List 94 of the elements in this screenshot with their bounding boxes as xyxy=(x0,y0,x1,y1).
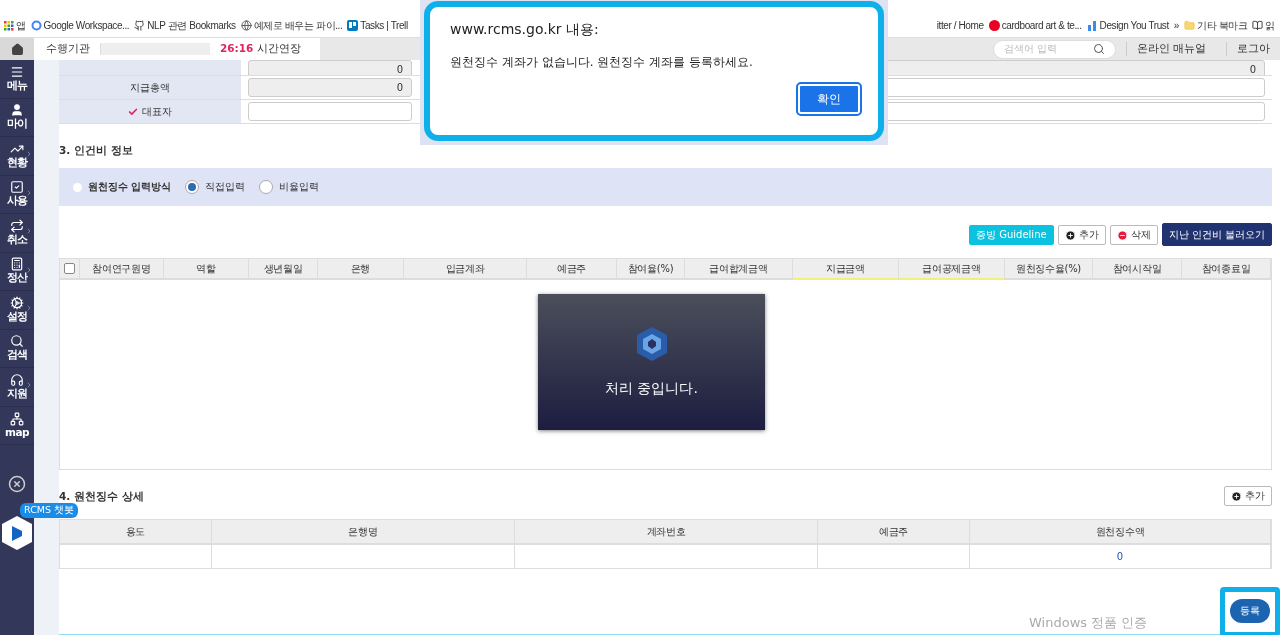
nav-link[interactable]: 로그아 xyxy=(1226,42,1280,56)
chatbot-badge: RCMS 챗봇 xyxy=(20,503,78,518)
session-extend-link[interactable]: 26:16 시간연장 xyxy=(220,42,301,56)
section-title: 4. 원천징수 상세 xyxy=(59,489,144,504)
section-title: 3. 인건비 정보 xyxy=(59,144,134,158)
radio-button[interactable] xyxy=(185,180,200,194)
nav-link[interactable]: 온라인 매뉴얼 xyxy=(1125,42,1216,56)
search-icon xyxy=(10,334,24,349)
amount-field[interactable]: 0 xyxy=(248,60,412,75)
chevron-icon xyxy=(25,150,33,158)
register-button[interactable]: 등록 xyxy=(1230,599,1270,623)
checkbox-icon xyxy=(10,180,24,195)
menu-icon xyxy=(10,64,24,79)
chevron-icon xyxy=(25,188,33,197)
column-header: 원천징수액 xyxy=(970,520,1271,545)
radio-button[interactable] xyxy=(259,180,274,194)
bookmark[interactable]: Google Workspace... xyxy=(30,20,130,31)
add-button[interactable]: 추가 xyxy=(1224,486,1272,506)
amount-field[interactable]: 0 xyxy=(248,78,412,97)
delete-button[interactable]: 삭제 xyxy=(1109,225,1158,245)
bars-icon xyxy=(1086,20,1098,31)
radio-label: 직접입력 xyxy=(205,180,246,194)
chevron-icon xyxy=(25,304,33,312)
ok-button[interactable]: 확인 xyxy=(798,84,860,114)
column-header: 계좌번호 xyxy=(515,520,818,545)
reading-list-icon xyxy=(1252,20,1264,31)
bookmark[interactable]: 앱 xyxy=(4,18,26,33)
bookmark[interactable]: 기타 북마크 xyxy=(1184,18,1248,33)
column-header: 용도 xyxy=(60,520,212,545)
column-header: 참여율(%) xyxy=(617,259,685,280)
bookmark[interactable]: 예제로 배우는 파이... xyxy=(240,18,343,33)
logo-icon xyxy=(634,326,669,362)
home-button[interactable] xyxy=(0,38,34,60)
amount-field[interactable] xyxy=(248,102,412,121)
bullet-icon xyxy=(73,182,82,192)
folder-icon xyxy=(1184,20,1195,31)
form-label: 대표자 xyxy=(59,100,241,123)
bookmark[interactable]: » xyxy=(1173,20,1179,31)
sitemap-icon xyxy=(10,412,24,427)
google-icon xyxy=(30,20,42,31)
globe-icon xyxy=(240,20,252,31)
checkbox[interactable] xyxy=(64,263,75,274)
chatbot-icon[interactable] xyxy=(0,515,34,551)
column-header: 참여시작일 xyxy=(1093,259,1182,280)
required-icon xyxy=(128,106,138,117)
org-label: 수행기관 xyxy=(46,42,90,56)
column-header: 은행 xyxy=(318,259,404,280)
column-header: 입금계좌 xyxy=(404,259,527,280)
bookmark[interactable]: itter / Home xyxy=(936,20,984,31)
bookmark[interactable]: 읽 xyxy=(1252,18,1275,33)
column-header: 예금주 xyxy=(818,520,970,545)
chevron-icon xyxy=(25,265,33,274)
dialog-title: www.rcms.go.kr 내용: xyxy=(450,21,600,39)
minus-icon xyxy=(1116,229,1128,241)
add-button[interactable]: 추가 xyxy=(1057,225,1106,245)
column-header: 참여종료일 xyxy=(1182,259,1271,280)
user-icon xyxy=(10,103,24,118)
calculator-icon xyxy=(10,257,24,272)
column-header: 생년월일 xyxy=(249,259,318,280)
bookmark[interactable]: NLP 관련 Bookmarks xyxy=(134,18,236,33)
column-header: 급여합계금액 xyxy=(685,259,793,280)
close-icon[interactable] xyxy=(8,475,26,493)
method-label: 원천징수 입력방식 xyxy=(88,180,172,194)
plus-icon xyxy=(1064,229,1076,241)
form-label: 지급총액 xyxy=(59,76,241,99)
bookmark[interactable]: cardboard art & te... xyxy=(988,20,1082,31)
search-icon xyxy=(1092,43,1105,55)
board-icon xyxy=(347,20,359,31)
gears-icon xyxy=(10,295,24,310)
bookmark[interactable]: Design You Trust xyxy=(1086,20,1169,31)
dialog-message: 원천징수 계좌가 없습니다. 원천징수 계좌를 등록하세요. xyxy=(450,54,754,71)
column-header: 지급금액 xyxy=(793,259,899,280)
column-header: 참여연구원명 xyxy=(80,259,164,280)
home-icon xyxy=(10,42,24,56)
chevron-icon xyxy=(25,227,33,235)
chevron-icon xyxy=(25,381,33,389)
bookmark[interactable]: Tasks | Trell xyxy=(347,20,408,31)
table-cell: 0 xyxy=(970,545,1271,569)
apps-icon xyxy=(4,20,14,31)
plus-icon xyxy=(1231,490,1242,502)
headset-icon xyxy=(10,372,24,387)
highlight-frame xyxy=(1220,587,1280,635)
radio-label: 비율입력 xyxy=(279,180,320,194)
loading-text: 처리 중입니다. xyxy=(605,380,698,398)
load-button[interactable]: 지난 인건비 불러오기 xyxy=(1161,223,1272,246)
column-header: 급여공제금액 xyxy=(899,259,1005,280)
column-header: 예금주 xyxy=(527,259,617,280)
column-header: 은행명 xyxy=(212,520,515,545)
pin-icon xyxy=(988,20,1000,31)
repeat-icon xyxy=(10,218,24,233)
activation-notice: Windows 정품 인증 xyxy=(1029,614,1148,632)
column-header: 역할 xyxy=(164,259,249,280)
github-icon xyxy=(134,20,146,31)
column-header: 원천징수율(%) xyxy=(1005,259,1093,280)
